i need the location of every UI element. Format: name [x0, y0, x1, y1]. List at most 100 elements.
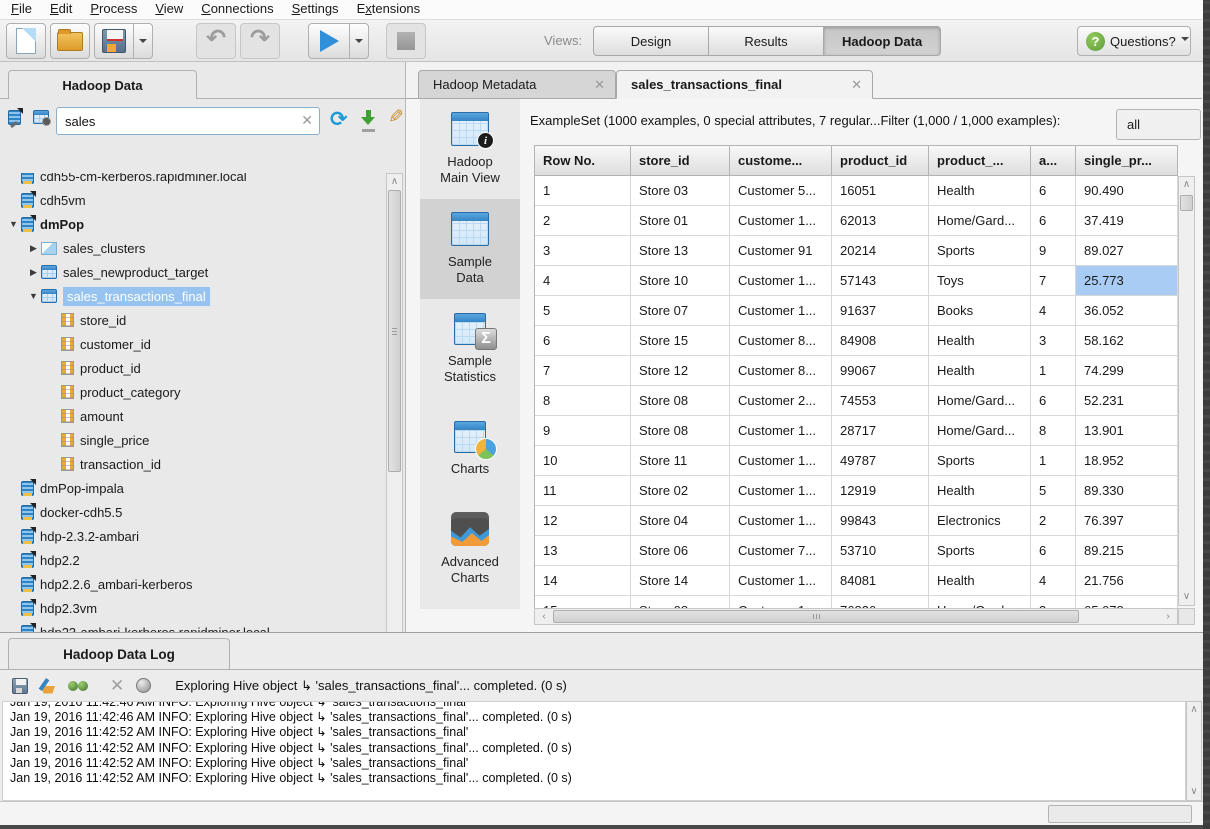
- table-cell[interactable]: 2: [1031, 506, 1076, 536]
- tree-item-customer-id[interactable]: customer_id: [2, 332, 386, 356]
- table-cell[interactable]: 76836: [832, 596, 929, 608]
- clear-log-icon[interactable]: ✕: [110, 676, 124, 696]
- search-input[interactable]: [56, 107, 320, 135]
- table-cell[interactable]: Store 06: [631, 536, 730, 566]
- tree-item-cdh55-cm-kerberos-rapidminer-local[interactable]: cdh55-cm-kerberos.rapidminer.local: [2, 173, 386, 188]
- column-header-a[interactable]: a...: [1031, 145, 1076, 176]
- table-cell[interactable]: Health: [929, 176, 1031, 206]
- tree-item-single-price[interactable]: single_price: [2, 428, 386, 452]
- save-log-icon[interactable]: [12, 678, 28, 694]
- tree-item-sales-newproduct-target[interactable]: ▶sales_newproduct_target: [2, 260, 386, 284]
- table-cell[interactable]: 6: [1031, 176, 1076, 206]
- table-cell[interactable]: 74.299: [1076, 356, 1178, 386]
- table-cell[interactable]: 6: [1031, 536, 1076, 566]
- tree-expander-icon[interactable]: ▶: [26, 243, 41, 254]
- scroll-up-icon[interactable]: ∧: [387, 174, 402, 190]
- column-header-product-id[interactable]: product_id: [832, 145, 929, 176]
- table-cell[interactable]: Customer 1...: [730, 266, 832, 296]
- table-cell[interactable]: 13: [535, 536, 631, 566]
- table-cell[interactable]: 7: [535, 356, 631, 386]
- column-header-single-pr[interactable]: single_pr...: [1076, 145, 1178, 176]
- table-cell[interactable]: 2: [535, 206, 631, 236]
- table-cell[interactable]: Store 01: [631, 206, 730, 236]
- table-cell[interactable]: Toys: [929, 266, 1031, 296]
- scrollbar-thumb[interactable]: [388, 190, 401, 472]
- table-cell[interactable]: Store 10: [631, 266, 730, 296]
- table-row[interactable]: 3Store 13Customer 9120214Sports989.027: [535, 236, 1178, 266]
- table-cell[interactable]: 58.162: [1076, 326, 1178, 356]
- table-cell[interactable]: Customer 1...: [730, 206, 832, 236]
- table-cell[interactable]: Customer 5...: [730, 176, 832, 206]
- table-cell[interactable]: Store 02: [631, 476, 730, 506]
- table-cell[interactable]: 4: [1031, 296, 1076, 326]
- tree-item-sales-transactions-final[interactable]: ▼sales_transactions_final: [2, 284, 386, 308]
- table-row[interactable]: 15Store 08Customer 1...76836Home/Gard...…: [535, 596, 1178, 608]
- tree-item-hdp2-2[interactable]: hdp2.2: [2, 548, 386, 572]
- tree-item-docker-cdh5-5[interactable]: docker-cdh5.5: [2, 500, 386, 524]
- table-row[interactable]: 8Store 08Customer 2...74553Home/Gard...6…: [535, 386, 1178, 416]
- table-cell[interactable]: Store 07: [631, 296, 730, 326]
- table-cell[interactable]: 5: [1031, 476, 1076, 506]
- tab-hadoop-metadata[interactable]: Hadoop Metadata ✕: [418, 70, 616, 99]
- table-row[interactable]: 1Store 03Customer 5...16051Health690.490: [535, 176, 1178, 206]
- table-row[interactable]: 7Store 12Customer 8...99067Health174.299: [535, 356, 1178, 386]
- table-cell[interactable]: Health: [929, 326, 1031, 356]
- menu-extensions[interactable]: Extensions: [348, 0, 430, 18]
- stop-process-button[interactable]: [386, 23, 426, 59]
- table-row[interactable]: 11Store 02Customer 1...12919Health589.33…: [535, 476, 1178, 506]
- table-cell[interactable]: Customer 8...: [730, 326, 832, 356]
- table-cell[interactable]: 9: [535, 416, 631, 446]
- table-cell[interactable]: 3: [535, 236, 631, 266]
- tree-item-dmpop-impala[interactable]: dmPop-impala: [2, 476, 386, 500]
- scrollbar-thumb[interactable]: [553, 610, 1079, 623]
- table-cell[interactable]: 99067: [832, 356, 929, 386]
- tree-item-hdp2-3vm[interactable]: hdp2.3vm: [2, 596, 386, 620]
- menu-connections[interactable]: Connections: [192, 0, 282, 18]
- table-cell[interactable]: 57143: [832, 266, 929, 296]
- table-cell[interactable]: Store 15: [631, 326, 730, 356]
- tree-expander-icon[interactable]: ▼: [26, 291, 41, 301]
- table-cell[interactable]: 3: [1031, 596, 1076, 608]
- view-button-hadoop-data[interactable]: Hadoop Data: [823, 26, 941, 56]
- table-cell[interactable]: 15: [535, 596, 631, 608]
- close-icon[interactable]: ✕: [594, 77, 605, 93]
- table-cell[interactable]: 91637: [832, 296, 929, 326]
- column-header-custome[interactable]: custome...: [730, 145, 832, 176]
- table-cell[interactable]: 49787: [832, 446, 929, 476]
- clear-search-icon[interactable]: ✕: [301, 112, 313, 129]
- status-bar-button[interactable]: [1048, 805, 1192, 823]
- table-cell[interactable]: 6: [535, 326, 631, 356]
- table-cell[interactable]: Home/Gard...: [929, 416, 1031, 446]
- view-strip-sample-statistics[interactable]: ΣSampleStatistics: [420, 299, 520, 399]
- save-dropdown-button[interactable]: [133, 23, 153, 59]
- table-cell[interactable]: 6: [1031, 386, 1076, 416]
- tree-item-cdh5vm[interactable]: cdh5vm: [2, 188, 386, 212]
- table-cell[interactable]: 89.027: [1076, 236, 1178, 266]
- table-cell[interactable]: 25.773: [1076, 266, 1178, 296]
- open-process-button[interactable]: [50, 23, 90, 59]
- tree-item-store-id[interactable]: store_id: [2, 308, 386, 332]
- tab-sales-transactions-final[interactable]: sales_transactions_final ✕: [616, 70, 873, 99]
- table-row[interactable]: 9Store 08Customer 1...28717Home/Gard...8…: [535, 416, 1178, 446]
- table-row[interactable]: 12Store 04Customer 1...99843Electronics2…: [535, 506, 1178, 536]
- scroll-right-icon[interactable]: ›: [1161, 609, 1175, 624]
- menu-process[interactable]: Process: [81, 0, 146, 18]
- tree-item-amount[interactable]: amount: [2, 404, 386, 428]
- table-cell[interactable]: 4: [1031, 566, 1076, 596]
- table-cell[interactable]: Store 08: [631, 416, 730, 446]
- table-cell[interactable]: 76.397: [1076, 506, 1178, 536]
- table-cell[interactable]: Store 14: [631, 566, 730, 596]
- table-cell[interactable]: Store 12: [631, 356, 730, 386]
- table-cell[interactable]: 84908: [832, 326, 929, 356]
- table-cell[interactable]: 99843: [832, 506, 929, 536]
- close-icon[interactable]: ✕: [851, 77, 862, 93]
- table-cell[interactable]: 74553: [832, 386, 929, 416]
- view-button-results[interactable]: Results: [708, 26, 824, 56]
- table-vertical-scrollbar[interactable]: ∧ ∨: [1178, 176, 1195, 606]
- table-cell[interactable]: 36.052: [1076, 296, 1178, 326]
- table-cell[interactable]: 28717: [832, 416, 929, 446]
- table-cell[interactable]: 90.490: [1076, 176, 1178, 206]
- tree-expander-icon[interactable]: ▼: [6, 219, 21, 229]
- table-cell[interactable]: 1: [535, 176, 631, 206]
- scroll-left-icon[interactable]: ‹: [537, 609, 551, 624]
